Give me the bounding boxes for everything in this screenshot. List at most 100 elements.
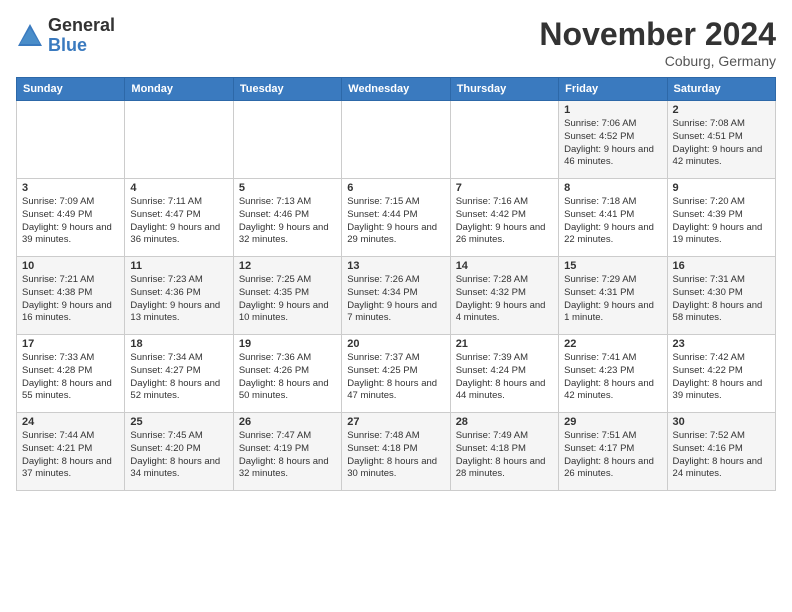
calendar-cell: 9 Sunrise: 7:20 AMSunset: 4:39 PMDaylight… (667, 179, 775, 257)
calendar-cell: 12 Sunrise: 7:25 AMSunset: 4:35 PMDayligh… (233, 257, 341, 335)
day-info: Sunrise: 7:25 AMSunset: 4:35 PMDaylight:… (239, 274, 336, 325)
day-info: Sunrise: 7:48 AMSunset: 4:18 PMDaylight:… (347, 430, 444, 481)
day-number: 9 (673, 182, 770, 194)
weekday-header: Monday (125, 78, 233, 101)
calendar-cell: 28 Sunrise: 7:49 AMSunset: 4:18 PMDayligh… (450, 413, 558, 491)
logo-text: General Blue (48, 16, 115, 56)
title-area: November 2024 Coburg, Germany (539, 16, 776, 69)
day-number: 29 (564, 416, 661, 428)
day-number: 6 (347, 182, 444, 194)
day-info: Sunrise: 7:20 AMSunset: 4:39 PMDaylight:… (673, 196, 770, 247)
logo-icon (16, 22, 44, 50)
weekday-header: Wednesday (342, 78, 450, 101)
day-number: 14 (456, 260, 553, 272)
calendar-cell: 19 Sunrise: 7:36 AMSunset: 4:26 PMDayligh… (233, 335, 341, 413)
calendar-header-row: SundayMondayTuesdayWednesdayThursdayFrid… (17, 78, 776, 101)
day-info: Sunrise: 7:41 AMSunset: 4:23 PMDaylight:… (564, 352, 661, 403)
calendar-cell: 10 Sunrise: 7:21 AMSunset: 4:38 PMDayligh… (17, 257, 125, 335)
day-number: 5 (239, 182, 336, 194)
day-info: Sunrise: 7:21 AMSunset: 4:38 PMDaylight:… (22, 274, 119, 325)
weekday-header: Thursday (450, 78, 558, 101)
calendar-cell: 11 Sunrise: 7:23 AMSunset: 4:36 PMDayligh… (125, 257, 233, 335)
page: General Blue November 2024 Coburg, Germa… (0, 0, 792, 501)
day-info: Sunrise: 7:49 AMSunset: 4:18 PMDaylight:… (456, 430, 553, 481)
day-number: 8 (564, 182, 661, 194)
day-info: Sunrise: 7:16 AMSunset: 4:42 PMDaylight:… (456, 196, 553, 247)
calendar-cell: 13 Sunrise: 7:26 AMSunset: 4:34 PMDayligh… (342, 257, 450, 335)
day-number: 7 (456, 182, 553, 194)
logo: General Blue (16, 16, 115, 56)
day-number: 10 (22, 260, 119, 272)
day-number: 30 (673, 416, 770, 428)
calendar-cell (450, 101, 558, 179)
day-number: 17 (22, 338, 119, 350)
day-number: 24 (22, 416, 119, 428)
logo-blue: Blue (48, 36, 115, 56)
day-number: 25 (130, 416, 227, 428)
calendar-cell: 15 Sunrise: 7:29 AMSunset: 4:31 PMDayligh… (559, 257, 667, 335)
day-info: Sunrise: 7:11 AMSunset: 4:47 PMDaylight:… (130, 196, 227, 247)
calendar-cell: 25 Sunrise: 7:45 AMSunset: 4:20 PMDayligh… (125, 413, 233, 491)
logo-general: General (48, 16, 115, 36)
day-number: 12 (239, 260, 336, 272)
calendar-cell (342, 101, 450, 179)
day-info: Sunrise: 7:45 AMSunset: 4:20 PMDaylight:… (130, 430, 227, 481)
calendar-cell: 5 Sunrise: 7:13 AMSunset: 4:46 PMDaylight… (233, 179, 341, 257)
calendar-cell: 17Sunrise: 7:33 AMSunset: 4:28 PMDayligh… (17, 335, 125, 413)
day-number: 4 (130, 182, 227, 194)
calendar-cell: 26 Sunrise: 7:47 AMSunset: 4:19 PMDayligh… (233, 413, 341, 491)
day-number: 15 (564, 260, 661, 272)
day-info: Sunrise: 7:13 AMSunset: 4:46 PMDaylight:… (239, 196, 336, 247)
day-info: Sunrise: 7:37 AMSunset: 4:25 PMDaylight:… (347, 352, 444, 403)
calendar-table: SundayMondayTuesdayWednesdayThursdayFrid… (16, 77, 776, 491)
day-info: Sunrise: 7:36 AMSunset: 4:26 PMDaylight:… (239, 352, 336, 403)
day-number: 2 (673, 104, 770, 116)
day-info: Sunrise: 7:47 AMSunset: 4:19 PMDaylight:… (239, 430, 336, 481)
day-number: 11 (130, 260, 227, 272)
day-number: 16 (673, 260, 770, 272)
day-number: 26 (239, 416, 336, 428)
calendar-cell (125, 101, 233, 179)
day-info: Sunrise: 7:18 AMSunset: 4:41 PMDaylight:… (564, 196, 661, 247)
day-info: Sunrise: 7:44 AMSunset: 4:21 PMDaylight:… (22, 430, 119, 481)
day-info: Sunrise: 7:15 AMSunset: 4:44 PMDaylight:… (347, 196, 444, 247)
day-number: 21 (456, 338, 553, 350)
day-info: Sunrise: 7:28 AMSunset: 4:32 PMDaylight:… (456, 274, 553, 325)
day-info: Sunrise: 7:09 AMSunset: 4:49 PMDaylight:… (22, 196, 119, 247)
day-number: 27 (347, 416, 444, 428)
day-info: Sunrise: 7:23 AMSunset: 4:36 PMDaylight:… (130, 274, 227, 325)
calendar-cell: 29Sunrise: 7:51 AMSunset: 4:17 PMDayligh… (559, 413, 667, 491)
day-number: 20 (347, 338, 444, 350)
calendar-week-row: 3Sunrise: 7:09 AMSunset: 4:49 PMDaylight… (17, 179, 776, 257)
calendar-cell: 22Sunrise: 7:41 AMSunset: 4:23 PMDayligh… (559, 335, 667, 413)
location: Coburg, Germany (539, 53, 776, 69)
day-info: Sunrise: 7:31 AMSunset: 4:30 PMDaylight:… (673, 274, 770, 325)
calendar-cell: 18Sunrise: 7:34 AMSunset: 4:27 PMDayligh… (125, 335, 233, 413)
day-number: 1 (564, 104, 661, 116)
day-number: 13 (347, 260, 444, 272)
day-info: Sunrise: 7:39 AMSunset: 4:24 PMDaylight:… (456, 352, 553, 403)
calendar-cell: 20 Sunrise: 7:37 AMSunset: 4:25 PMDayligh… (342, 335, 450, 413)
day-number: 18 (130, 338, 227, 350)
calendar-cell: 14 Sunrise: 7:28 AMSunset: 4:32 PMDayligh… (450, 257, 558, 335)
weekday-header: Tuesday (233, 78, 341, 101)
calendar-cell: 21 Sunrise: 7:39 AMSunset: 4:24 PMDayligh… (450, 335, 558, 413)
calendar-cell: 24 Sunrise: 7:44 AMSunset: 4:21 PMDayligh… (17, 413, 125, 491)
calendar-week-row: 24 Sunrise: 7:44 AMSunset: 4:21 PMDayligh… (17, 413, 776, 491)
weekday-header: Friday (559, 78, 667, 101)
day-number: 28 (456, 416, 553, 428)
calendar-week-row: 1Sunrise: 7:06 AMSunset: 4:52 PMDaylight… (17, 101, 776, 179)
calendar-cell: 1Sunrise: 7:06 AMSunset: 4:52 PMDaylight… (559, 101, 667, 179)
day-info: Sunrise: 7:29 AMSunset: 4:31 PMDaylight:… (564, 274, 661, 325)
day-info: Sunrise: 7:08 AMSunset: 4:51 PMDaylight:… (673, 118, 770, 169)
day-info: Sunrise: 7:42 AMSunset: 4:22 PMDaylight:… (673, 352, 770, 403)
calendar-cell: 3Sunrise: 7:09 AMSunset: 4:49 PMDaylight… (17, 179, 125, 257)
calendar-cell: 2 Sunrise: 7:08 AMSunset: 4:51 PMDaylight… (667, 101, 775, 179)
month-title: November 2024 (539, 16, 776, 53)
calendar-cell: 30Sunrise: 7:52 AMSunset: 4:16 PMDayligh… (667, 413, 775, 491)
weekday-header: Saturday (667, 78, 775, 101)
calendar-cell: 4 Sunrise: 7:11 AMSunset: 4:47 PMDaylight… (125, 179, 233, 257)
day-number: 19 (239, 338, 336, 350)
day-info: Sunrise: 7:26 AMSunset: 4:34 PMDaylight:… (347, 274, 444, 325)
calendar-cell: 23Sunrise: 7:42 AMSunset: 4:22 PMDayligh… (667, 335, 775, 413)
